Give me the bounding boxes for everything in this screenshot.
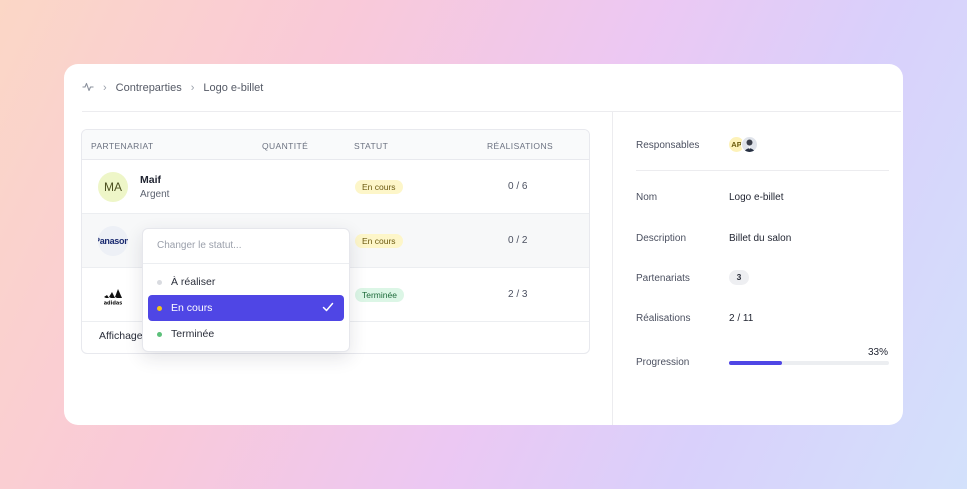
status-badge[interactable]: Terminée: [355, 288, 404, 302]
status-dropdown: Changer le statut... À réaliser En cours…: [142, 228, 350, 352]
option-label: En cours: [171, 302, 213, 314]
breadcrumb-item-current: Logo e-billet: [203, 82, 264, 94]
responsables-label: Responsables: [636, 140, 700, 151]
partenariats-label: Partenariats: [636, 273, 690, 284]
header-divider: [82, 111, 901, 112]
status-dot-icon: [157, 280, 162, 285]
status-option-terminee[interactable]: Terminée: [148, 321, 344, 347]
column-header-quantite[interactable]: Quantité: [262, 141, 308, 151]
panel-divider: [612, 112, 613, 425]
progress-bar: [729, 361, 889, 365]
check-icon: [322, 301, 334, 316]
status-badge[interactable]: En cours: [355, 180, 403, 194]
chevron-right-icon: ›: [103, 82, 107, 94]
breadcrumb-item-contreparties[interactable]: Contreparties: [116, 82, 182, 94]
dropdown-divider: [143, 263, 349, 264]
status-dot-icon: [157, 306, 162, 311]
status-badge[interactable]: En cours: [355, 234, 403, 248]
option-label: Terminée: [171, 328, 215, 340]
adidas-logo: adidas: [98, 280, 128, 310]
realisations-count: 0 / 2: [508, 235, 528, 246]
realisations-value: 2 / 11: [729, 313, 754, 324]
progression-percent: 33%: [868, 347, 889, 358]
partenariats-count-badge: 3: [729, 270, 749, 285]
column-header-statut[interactable]: Statut: [354, 141, 388, 151]
progression-label: Progression: [636, 357, 690, 368]
partner-name[interactable]: Maif: [140, 174, 161, 186]
nom-label: Nom: [636, 192, 658, 203]
partner-logo: MA: [98, 172, 128, 202]
option-label: À réaliser: [171, 276, 216, 288]
status-search-input[interactable]: Changer le statut...: [157, 240, 242, 251]
activity-icon[interactable]: [82, 81, 94, 96]
table-row[interactable]: MA Maif Argent En cours 0 / 6: [82, 160, 589, 214]
column-header-realisations[interactable]: Réalisations: [487, 141, 553, 151]
chevron-right-icon: ›: [190, 82, 195, 94]
status-dot-icon: [157, 332, 162, 337]
progress-bar-fill: [729, 361, 782, 365]
main-card: › Contreparties › Logo e-billet Partenar…: [64, 64, 903, 425]
status-option-en-cours[interactable]: En cours: [148, 295, 344, 321]
details-divider: [636, 170, 889, 171]
description-value: Billet du salon: [729, 233, 792, 244]
realisations-label: Réalisations: [636, 313, 691, 324]
description-label: Description: [636, 233, 687, 244]
svg-text:adidas: adidas: [104, 301, 123, 307]
realisations-count: 2 / 3: [508, 289, 528, 300]
panasonic-logo: Panasonic: [98, 226, 128, 256]
nom-value: Logo e-billet: [729, 192, 784, 203]
realisations-count: 0 / 6: [508, 181, 528, 192]
table-footer[interactable]: Affichage: [99, 330, 143, 342]
column-header-partenariat[interactable]: Partenariat: [91, 141, 154, 151]
table-header: Partenariat Quantité Statut Réalisations: [82, 130, 589, 160]
breadcrumb: › Contreparties › Logo e-billet: [82, 81, 263, 95]
partner-level: Argent: [140, 189, 170, 200]
status-option-a-realiser[interactable]: À réaliser: [148, 269, 344, 295]
avatar[interactable]: [741, 136, 758, 153]
